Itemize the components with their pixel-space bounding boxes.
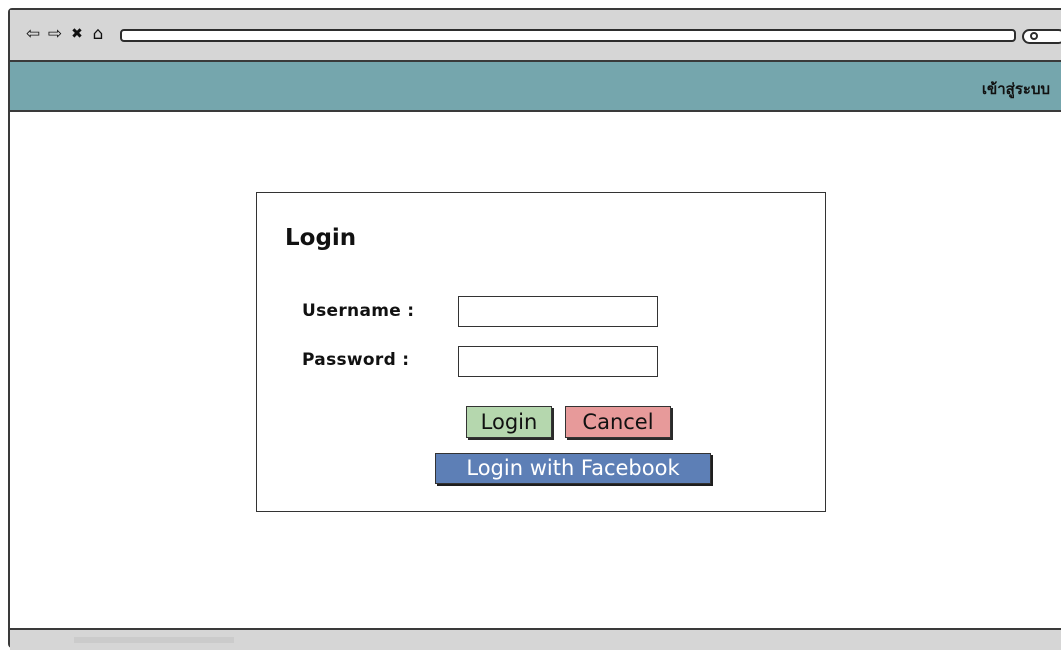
username-input[interactable] (458, 296, 658, 327)
forward-icon[interactable]: ⇨ (46, 25, 64, 43)
url-bar[interactable] (120, 29, 1016, 42)
home-icon[interactable]: ⌂ (89, 25, 107, 43)
header-login-link[interactable]: เข้าสู่ระบบ (982, 77, 1050, 101)
password-label: Password : (302, 350, 410, 370)
username-label: Username : (302, 301, 415, 321)
horizontal-scrollbar[interactable] (10, 628, 1061, 650)
password-input[interactable] (458, 346, 658, 377)
close-icon[interactable]: ✖ (68, 25, 86, 43)
search-lens-icon (1030, 32, 1038, 40)
login-panel: Login Username : Password : Login Cancel… (256, 192, 826, 512)
cancel-button[interactable]: Cancel (565, 406, 671, 438)
login-button[interactable]: Login (466, 406, 552, 438)
browser-toolbar: ⇦ ⇨ ✖ ⌂ (10, 10, 1061, 62)
facebook-login-button[interactable]: Login with Facebook (435, 453, 711, 484)
app-header: เข้าสู่ระบบ (10, 62, 1061, 112)
login-title: Login (285, 225, 357, 251)
back-icon[interactable]: ⇦ (24, 25, 42, 43)
scrollbar-thumb[interactable] (74, 637, 234, 643)
browser-window: ⇦ ⇨ ✖ ⌂ เข้าสู่ระบบ Login Username : Pas… (8, 8, 1061, 650)
search-icon[interactable] (1022, 29, 1061, 44)
